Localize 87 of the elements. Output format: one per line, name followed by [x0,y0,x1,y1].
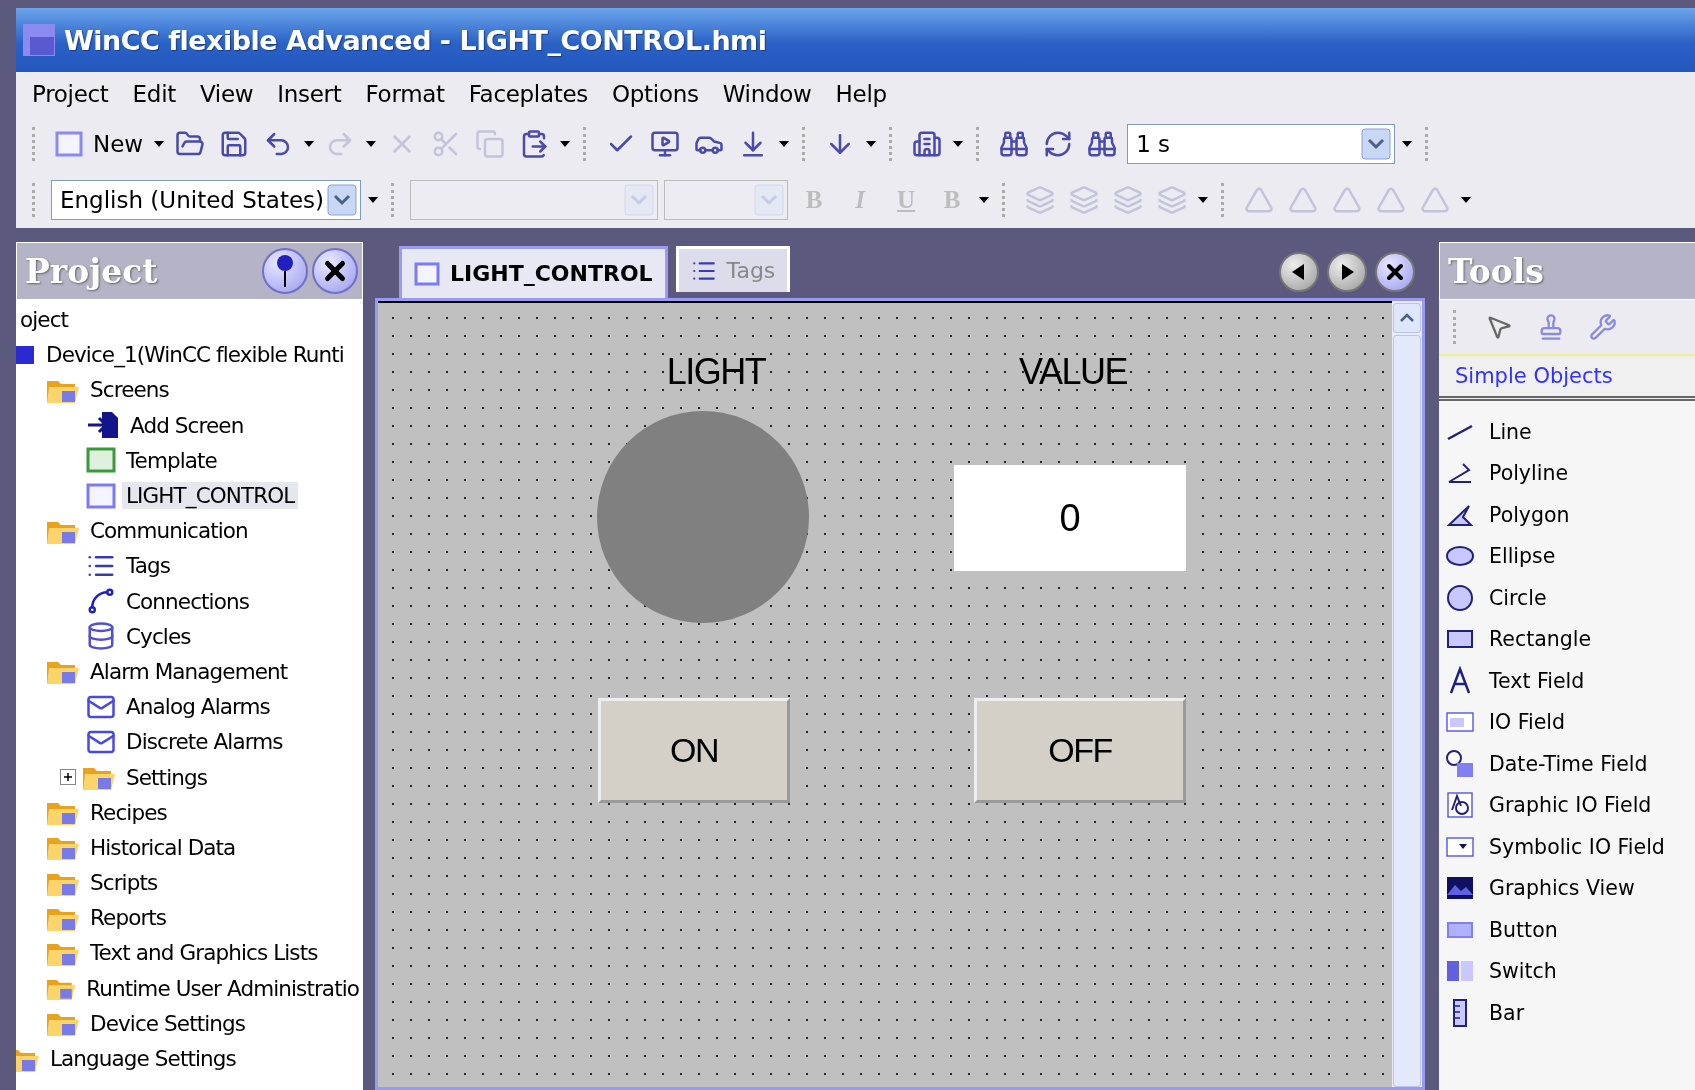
canvas-label: VALUE [1019,351,1127,393]
hmi-button[interactable]: ON [598,698,790,803]
window-icon [55,131,83,157]
circle-icon [1445,582,1475,613]
previous-icon[interactable] [1279,252,1319,292]
tree-item[interactable]: Connections [122,587,253,615]
language-combo[interactable]: English (United States) [51,180,361,220]
tool-item[interactable]: Date-Time Field [1489,751,1648,776]
tool-item[interactable]: Circle [1489,585,1547,610]
caret-icon[interactable] [365,140,378,148]
expand-icon[interactable] [60,769,76,786]
menu-item[interactable]: Insert [265,81,354,107]
caret-icon[interactable] [367,196,379,204]
panel-title: Project [25,251,158,291]
caret-icon[interactable] [559,140,572,148]
cycle-combo[interactable]: 1 s [1127,124,1396,164]
tree-item[interactable]: Settings [122,763,211,791]
tree-item[interactable]: Scripts [86,869,162,897]
caret-icon[interactable] [1401,140,1414,148]
tree-item[interactable]: Tags [122,552,174,580]
tool-item[interactable]: IO Field [1489,710,1565,735]
field-icon [1445,790,1475,821]
tree-item[interactable]: Language Settings [46,1045,240,1073]
tool-item[interactable]: Rectangle [1489,627,1592,652]
scroll-up-icon[interactable] [1393,303,1421,333]
tree-item[interactable]: Runtime User Administratio [82,974,363,1002]
tree-item[interactable]: Screens [86,376,173,404]
hmi-button[interactable]: OFF [974,698,1186,803]
tree-item[interactable]: Device Settings [86,1009,250,1037]
tree-item[interactable]: Device_1(WinCC flexible Runti [42,341,348,369]
clock-icon [1445,748,1475,779]
caret-icon[interactable] [1197,196,1209,204]
tree-item[interactable]: oject [16,306,73,334]
tree-item[interactable]: Historical Data [86,833,240,861]
menu-item[interactable]: View [187,81,266,107]
category-header[interactable]: Simple Objects [1439,356,1695,401]
close-icon[interactable] [312,248,358,294]
window-title: WinCC flexible Advanced - LIGHT_CONTROL.hmi [64,24,767,56]
menu-item[interactable]: Edit [120,81,188,107]
caret-icon[interactable] [952,140,965,148]
tool-item[interactable]: Line [1489,419,1532,444]
menu-item[interactable]: Window [710,81,824,107]
tree-item[interactable]: Cycles [122,622,195,650]
menu-item[interactable]: Help [823,81,899,107]
tool-item[interactable]: Polyline [1489,461,1568,486]
tool-item[interactable]: Bar [1489,1000,1525,1025]
caret-icon[interactable] [153,140,166,148]
cylinder-icon [86,621,116,652]
window-icon [414,261,440,286]
tool-item[interactable]: Graphics View [1489,876,1635,901]
arrow-icon [86,410,120,441]
panel-title: Tools [1448,251,1544,291]
window-icon [86,445,116,476]
tool-item[interactable]: Switch [1489,959,1557,984]
tree-item[interactable]: Discrete Alarms [122,728,287,756]
app-icon [22,23,56,57]
tool-item[interactable]: Button [1489,917,1558,942]
next-icon[interactable] [1327,252,1367,292]
tool-item[interactable]: Graphic IO Field [1489,793,1652,818]
io-field[interactable]: 0 [954,465,1186,571]
new-button[interactable]: New [51,131,148,157]
tool-item[interactable]: Polygon [1489,502,1570,527]
caret-icon[interactable] [978,196,990,204]
tree-item[interactable]: Text and Graphics Lists [86,939,322,967]
caret-icon[interactable] [778,140,791,148]
menu-item[interactable]: Format [353,81,457,107]
tool-item[interactable]: Ellipse [1489,544,1556,569]
caret-icon[interactable] [1460,196,1472,204]
tree-item[interactable]: Alarm Management [86,657,292,685]
tree-item[interactable]: Template [122,446,221,474]
editor-tab[interactable]: LIGHT_CONTROL [399,246,668,298]
menu-item[interactable]: Project [20,81,121,107]
canvas-label: LIGHT [666,351,766,393]
caret-icon[interactable] [303,140,316,148]
tree-item[interactable]: LIGHT_CONTROL [122,482,299,510]
caret-icon[interactable] [865,140,878,148]
tool-item[interactable]: Symbolic IO Field [1489,834,1665,859]
tree-item[interactable]: Reports [86,904,171,932]
menu-item[interactable]: Options [600,81,711,107]
tree-item[interactable]: Analog Alarms [122,693,274,721]
tool-item[interactable]: Text Field [1489,668,1585,693]
tree-item[interactable]: Recipes [86,798,171,826]
pin-icon[interactable] [262,248,308,294]
menu-item[interactable]: Faceplates [456,81,600,107]
close-icon[interactable] [1375,252,1415,292]
tree-item[interactable]: Add Screen [126,411,248,439]
tree-item[interactable]: Communication [86,517,252,545]
